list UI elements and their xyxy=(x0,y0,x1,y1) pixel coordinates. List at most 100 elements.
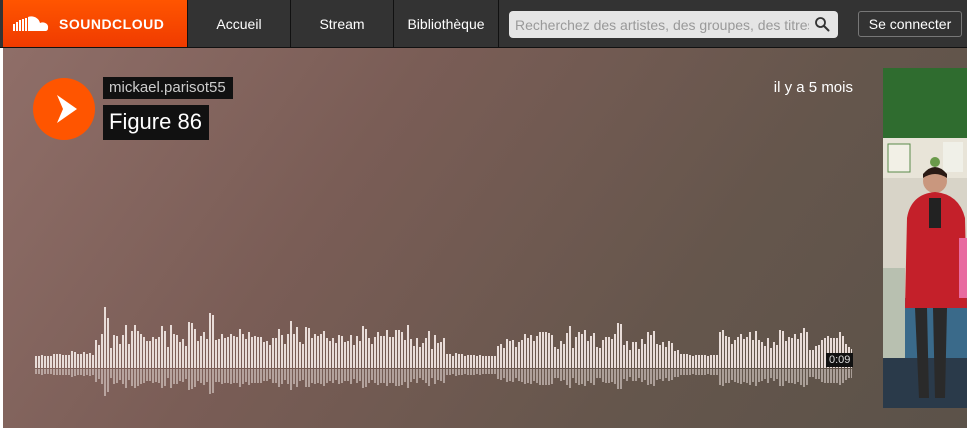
search-input[interactable] xyxy=(509,11,809,38)
waveform-reflection-bar xyxy=(50,369,52,374)
waveform-reflection-bar xyxy=(167,369,169,378)
waveform-bar xyxy=(779,330,781,368)
signin-button[interactable]: Se connecter xyxy=(858,11,962,37)
waveform-reflection-bar xyxy=(56,369,58,375)
waveform-reflection-bar xyxy=(614,369,616,384)
waveform-bar xyxy=(335,343,337,368)
waveform-reflection-bar xyxy=(404,369,406,382)
waveform-reflection-bar xyxy=(140,369,142,384)
waveform-reflection-bar xyxy=(713,369,715,375)
waveform-reflection-bar xyxy=(95,369,97,382)
waveform-bar xyxy=(695,355,697,368)
waveform-bar xyxy=(413,346,415,368)
waveform-bar xyxy=(161,326,163,368)
waveform-reflection-bar xyxy=(755,369,757,386)
waveform-reflection-bar xyxy=(80,369,82,375)
waveform-bar xyxy=(107,318,109,368)
waveform-reflection-bar xyxy=(269,369,271,379)
waveform-reflection-bar xyxy=(143,369,145,383)
waveform-bar xyxy=(479,355,481,368)
waveform-reflection-bar xyxy=(704,369,706,375)
waveform-bar xyxy=(722,330,724,368)
waveform-bar xyxy=(605,337,607,368)
waveform-reflection-bar xyxy=(158,369,160,383)
waveform[interactable] xyxy=(35,298,852,398)
waveform-bar xyxy=(152,337,154,368)
waveform-bar xyxy=(359,341,361,368)
waveform-bar xyxy=(221,334,223,368)
waveform-reflection-bar xyxy=(392,369,394,383)
waveform-bar xyxy=(674,351,676,368)
waveform-bar xyxy=(86,354,88,368)
track-user[interactable]: mickael.parisot55 xyxy=(103,77,233,99)
waveform-reflection-bar xyxy=(737,369,739,383)
waveform-bar xyxy=(593,333,595,368)
waveform-bar xyxy=(743,339,745,368)
track-title[interactable]: Figure 86 xyxy=(103,105,209,140)
waveform-reflection-bar xyxy=(113,369,115,384)
waveform-reflection-bar xyxy=(575,369,577,383)
waveform-reflection-bar xyxy=(650,369,652,384)
waveform-bar xyxy=(188,322,190,368)
nav-library[interactable]: Bibliothèque xyxy=(394,0,499,47)
waveform-reflection-bar xyxy=(767,369,769,383)
waveform-reflection-bar xyxy=(851,369,852,378)
waveform-reflection-bar xyxy=(452,369,454,374)
waveform-reflection-bar xyxy=(92,369,94,375)
waveform-bar xyxy=(368,338,370,368)
waveform-reflection-bar xyxy=(266,369,268,381)
waveform-reflection-bar xyxy=(680,369,682,375)
waveform-reflection-bar xyxy=(89,369,91,376)
waveform-reflection-bar xyxy=(110,369,112,378)
waveform-bar xyxy=(659,345,661,368)
waveform-reflection-bar xyxy=(749,369,751,385)
waveform-reflection-bar xyxy=(446,369,448,375)
search-icon[interactable] xyxy=(814,16,830,32)
waveform-bar xyxy=(53,354,55,368)
waveform-reflection-bar xyxy=(629,369,631,377)
track-artwork[interactable] xyxy=(883,68,967,408)
waveform-reflection-bar xyxy=(677,369,679,377)
nav-home[interactable]: Accueil xyxy=(187,0,291,47)
waveform-reflection-bar xyxy=(107,369,109,392)
waveform-reflection-bar xyxy=(491,369,493,374)
waveform-bar xyxy=(662,342,664,368)
waveform-reflection-bar xyxy=(800,369,802,385)
waveform-reflection-bar xyxy=(254,369,256,383)
waveform-bar xyxy=(263,342,265,368)
waveform-bar xyxy=(812,350,814,368)
waveform-reflection-bar xyxy=(374,369,376,383)
waveform-reflection-bar xyxy=(467,369,469,375)
waveform-bar xyxy=(770,348,772,368)
waveform-bar xyxy=(83,352,85,368)
waveform-reflection-bar xyxy=(584,369,586,386)
waveform-reflection-bar xyxy=(734,369,736,382)
waveform-reflection-bar xyxy=(743,369,745,382)
waveform-bar xyxy=(209,313,211,368)
waveform-bar xyxy=(524,334,526,368)
waveform-bar xyxy=(752,340,754,368)
waveform-reflection-bar xyxy=(236,369,238,383)
waveform-reflection-bar xyxy=(719,369,721,385)
waveform-bar xyxy=(296,327,298,368)
play-button[interactable] xyxy=(33,78,95,140)
waveform-bar xyxy=(353,345,355,368)
waveform-bar xyxy=(326,338,328,368)
waveform-bar xyxy=(185,346,187,368)
waveform-bar xyxy=(557,349,559,368)
waveform-reflection-bar xyxy=(356,369,358,383)
waveform-reflection-bar xyxy=(425,369,427,383)
waveform-bar xyxy=(710,355,712,368)
waveform-reflection-bar xyxy=(170,369,172,388)
waveform-bar xyxy=(548,333,550,368)
waveform-bar xyxy=(398,330,400,368)
waveform-bar xyxy=(329,341,331,368)
waveform-reflection-bar xyxy=(494,369,496,374)
nav-stream[interactable]: Stream xyxy=(291,0,394,47)
waveform-bar xyxy=(392,337,394,368)
waveform-bar xyxy=(194,329,196,368)
soundcloud-logo[interactable]: SOUNDCLOUD xyxy=(3,0,187,47)
waveform-bar xyxy=(623,345,625,368)
waveform-reflection-bar xyxy=(230,369,232,384)
waveform-bar xyxy=(239,329,241,368)
